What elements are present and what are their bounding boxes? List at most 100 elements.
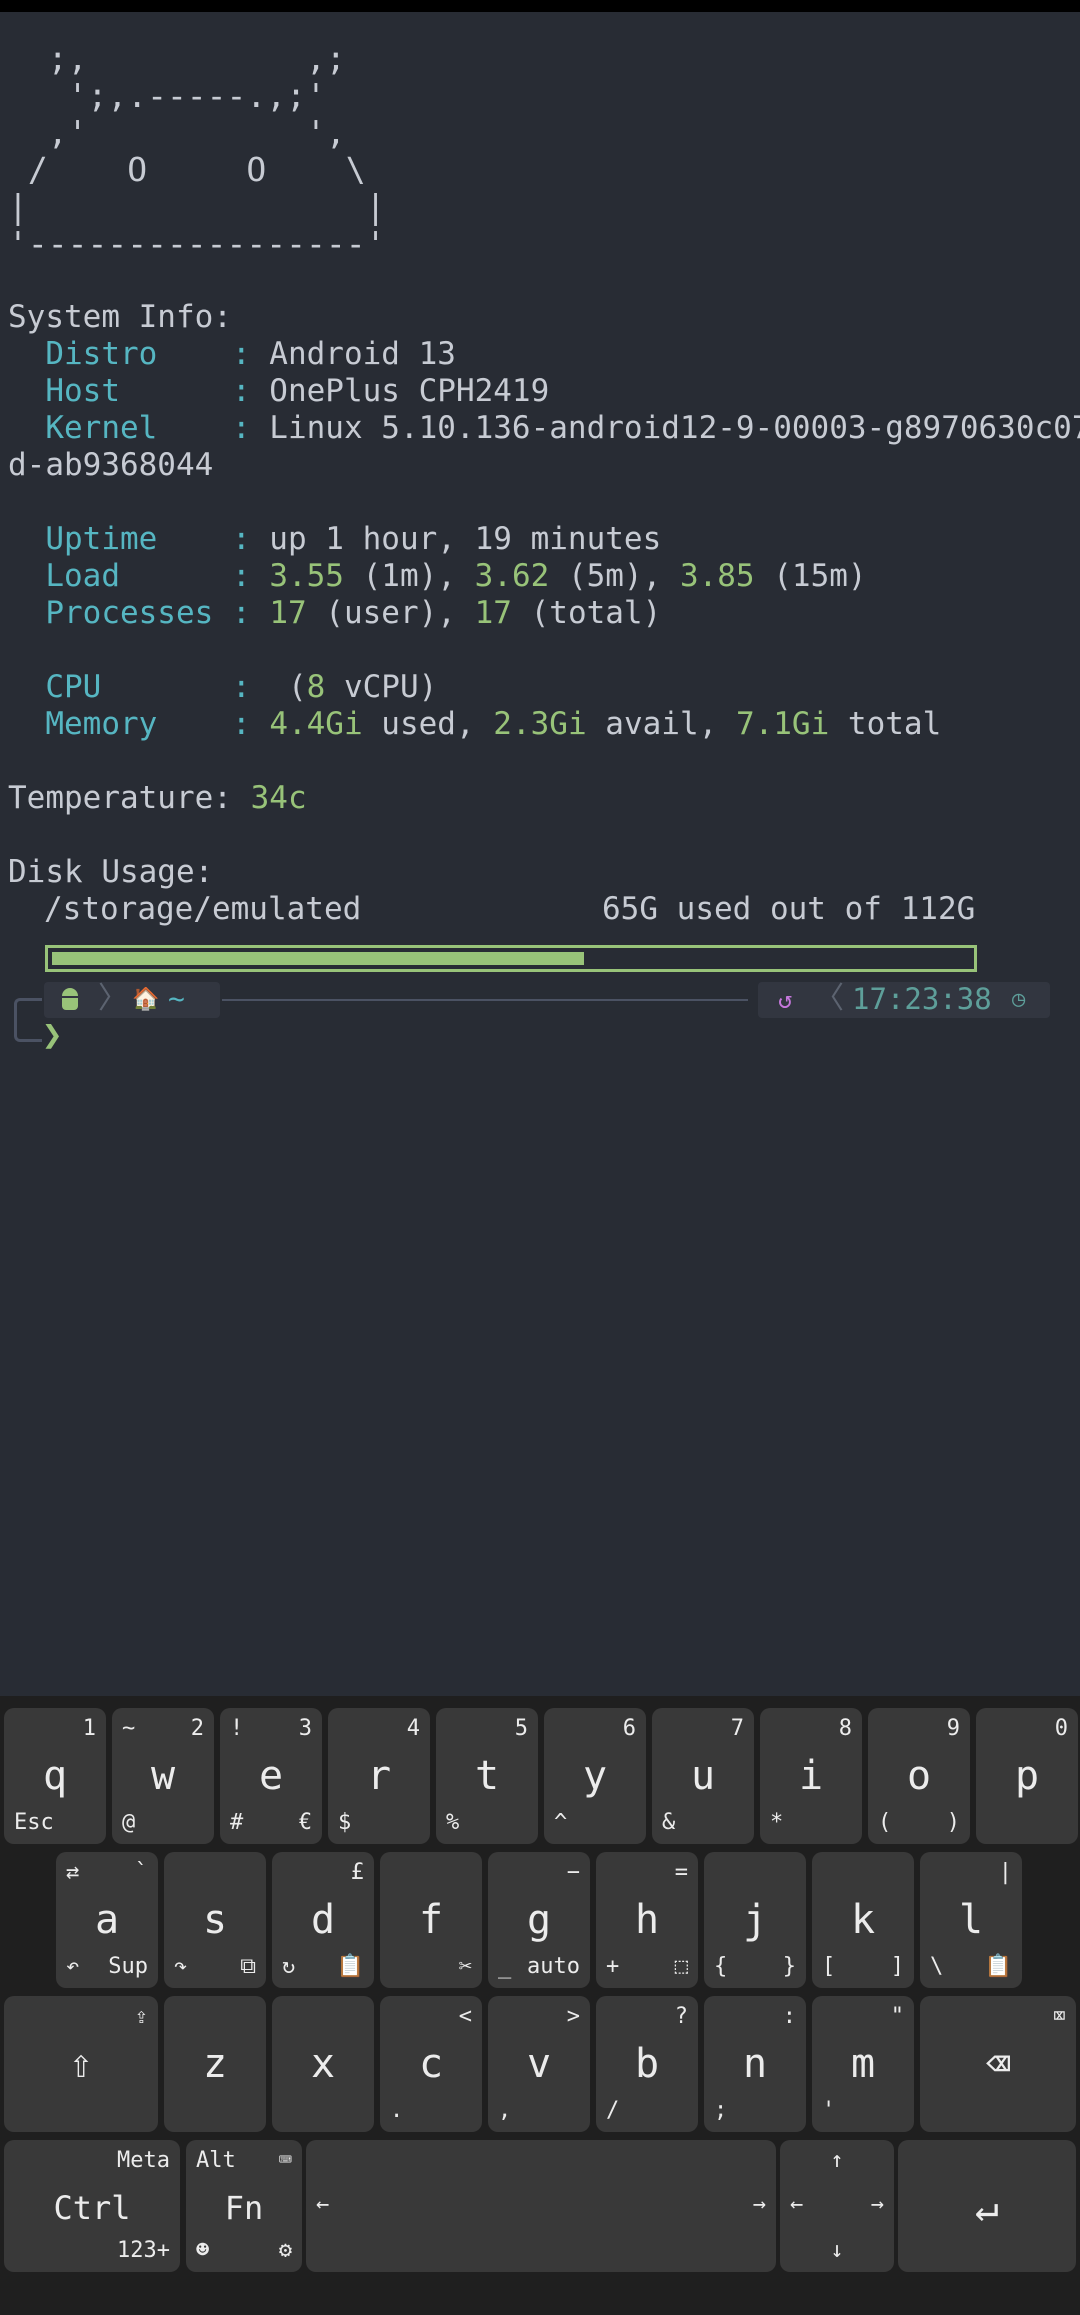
key-u[interactable]: 7 & u — [652, 1708, 754, 1844]
key-n-tr-label: : — [782, 2004, 796, 2029]
arrow-up-icon[interactable]: ↑ — [780, 2148, 894, 2174]
key-v[interactable]: >, v — [488, 1996, 590, 2132]
key-a-label: a — [94, 1897, 120, 1943]
arrow-right-icon[interactable]: → — [871, 2192, 884, 2218]
status-bar — [0, 0, 1080, 12]
key-q-tr-label: 1 — [82, 1716, 96, 1741]
key-w-bl-label: @ — [122, 1810, 136, 1835]
key-b[interactable]: ? / b — [596, 1996, 698, 2132]
uptime-line: Uptime : up 1 hour, 19 minutes — [8, 521, 662, 557]
key-k[interactable]: [] k — [812, 1852, 914, 1988]
key-s-bl-label: ↷ — [174, 1954, 188, 1979]
key-p-tr-label: 0 — [1054, 1716, 1068, 1741]
key-a[interactable]: ⇄ ` ↶ Sup a — [56, 1852, 158, 1988]
prompt-fill-line — [222, 999, 748, 1001]
android-icon — [60, 988, 80, 1012]
key-w-tl-label: ~ — [122, 1716, 136, 1741]
enter-key-label: ↵ — [974, 2185, 1000, 2231]
key-n-label: n — [742, 2041, 768, 2087]
ctrl-key-label: Ctrl — [53, 2189, 131, 2227]
key-a-tl-label: ⇄ — [66, 1860, 80, 1885]
key-h[interactable]: = + ⬚ h — [596, 1852, 698, 1988]
key-q[interactable]: 1 Esc q — [4, 1708, 106, 1844]
backspace-key[interactable]: ⌧ ⌫ — [920, 1996, 1076, 2132]
disk-usage-bar-fill — [52, 952, 584, 965]
key-h-tr-label: = — [674, 1860, 688, 1885]
key-x[interactable]: x — [272, 1996, 374, 2132]
key-g[interactable]: − _ auto g — [488, 1852, 590, 1988]
key-t[interactable]: 5% t — [436, 1708, 538, 1844]
key-g-tr-label: − — [566, 1860, 580, 1885]
key-i-label: i — [798, 1753, 824, 1799]
key-r-label: r — [366, 1753, 392, 1799]
key-f-br-label: ✂ — [458, 1954, 472, 1979]
fn-key[interactable]: Alt ⌨ ☻ ⚙ Fn — [186, 2140, 302, 2272]
key-t-tr-label: 5 — [514, 1716, 528, 1741]
arrow-keys[interactable]: ↑ ↓ ← → — [780, 2140, 894, 2272]
key-t-label: t — [474, 1753, 500, 1799]
key-h-bl-label: + — [606, 1954, 620, 1979]
key-b-label: b — [634, 2041, 660, 2087]
fn-key-label: Fn — [224, 2189, 264, 2227]
enter-key[interactable]: ↵ — [898, 2140, 1076, 2272]
key-l-bl-label: \ — [930, 1954, 944, 1979]
key-e-br-label: € — [298, 1810, 312, 1835]
key-o-label: o — [906, 1753, 932, 1799]
key-n[interactable]: :; n — [704, 1996, 806, 2132]
key-n-bl-label: ; — [714, 2098, 728, 2123]
key-j[interactable]: {} j — [704, 1852, 806, 1988]
shift-key[interactable]: ⇪ ⇧ — [4, 1996, 158, 2132]
key-j-bl-label: { — [714, 1954, 728, 1979]
key-f[interactable]: ✂ f — [380, 1852, 482, 1988]
key-z-label: z — [202, 2041, 228, 2087]
key-z[interactable]: z — [164, 1996, 266, 2132]
key-l-br-label: 📋 — [984, 1954, 1012, 1979]
key-x-label: x — [310, 2041, 336, 2087]
key-s[interactable]: ↷ ⧉ s — [164, 1852, 266, 1988]
arrow-down-icon[interactable]: ↓ — [780, 2238, 894, 2264]
key-m[interactable]: " ' m — [812, 1996, 914, 2132]
key-v-bl-label: , — [498, 2098, 512, 2123]
key-p[interactable]: 0p — [976, 1708, 1078, 1844]
key-w[interactable]: ~2 @ w — [112, 1708, 214, 1844]
key-e-tl-label: ! — [230, 1716, 244, 1741]
key-s-label: s — [202, 1897, 228, 1943]
arrow-left-icon[interactable]: ← — [790, 2192, 803, 2218]
fn-key-bl-label: ☻ — [196, 2238, 210, 2263]
space-key[interactable]: ← → — [306, 2140, 776, 2272]
shell-prompt: 〉 🏠 ~ ↺ 〈 17:23:38 ◷ — [0, 978, 1080, 1042]
chevron-right-icon: 〉 — [98, 981, 128, 1016]
key-c-label: c — [418, 2041, 444, 2087]
distro-line: Distro : Android 13 — [8, 336, 456, 372]
load-line: Load : 3.55 (1m), 3.62 (5m), 3.85 (15m) — [8, 558, 867, 594]
system-info-header: System Info: — [8, 299, 232, 335]
key-l[interactable]: | \ 📋 l — [920, 1852, 1022, 1988]
key-d-tr-label: £ — [350, 1860, 364, 1885]
key-o-tr-label: 9 — [946, 1716, 960, 1741]
key-b-tr-label: ? — [674, 2004, 688, 2029]
key-h-br-label: ⬚ — [674, 1954, 688, 1979]
key-c[interactable]: <. c — [380, 1996, 482, 2132]
key-b-bl-label: / — [606, 2098, 620, 2123]
key-v-label: v — [526, 2041, 552, 2087]
key-o-bl-label: ( — [878, 1810, 892, 1835]
key-o[interactable]: 9 () o — [868, 1708, 970, 1844]
key-d[interactable]: £ ↻ 📋 d — [272, 1852, 374, 1988]
key-y[interactable]: 6 ^ y — [544, 1708, 646, 1844]
key-w-tr-label: 2 — [190, 1716, 204, 1741]
prompt-arrow: ❯ — [42, 1015, 63, 1055]
key-r[interactable]: 4 $ r — [328, 1708, 430, 1844]
key-d-br-label: 📋 — [336, 1954, 364, 1979]
key-k-bl-label: [ — [822, 1954, 836, 1979]
key-k-br-label: ] — [890, 1954, 904, 1979]
key-i[interactable]: 8 * i — [760, 1708, 862, 1844]
key-i-tr-label: 8 — [838, 1716, 852, 1741]
key-v-tr-label: > — [566, 2004, 580, 2029]
ctrl-key[interactable]: Meta 123+ Ctrl — [4, 2140, 180, 2272]
fn-key-br-label: ⚙ — [278, 2238, 292, 2263]
space-key-tl-label: ← — [316, 2192, 330, 2217]
disk-usage-text: 65G used out of 112G — [602, 891, 976, 927]
memory-line: Memory : 4.4Gi used, 2.3Gi avail, 7.1Gi … — [8, 706, 942, 742]
key-g-label: g — [526, 1897, 552, 1943]
key-e[interactable]: ! 3 # € e — [220, 1708, 322, 1844]
